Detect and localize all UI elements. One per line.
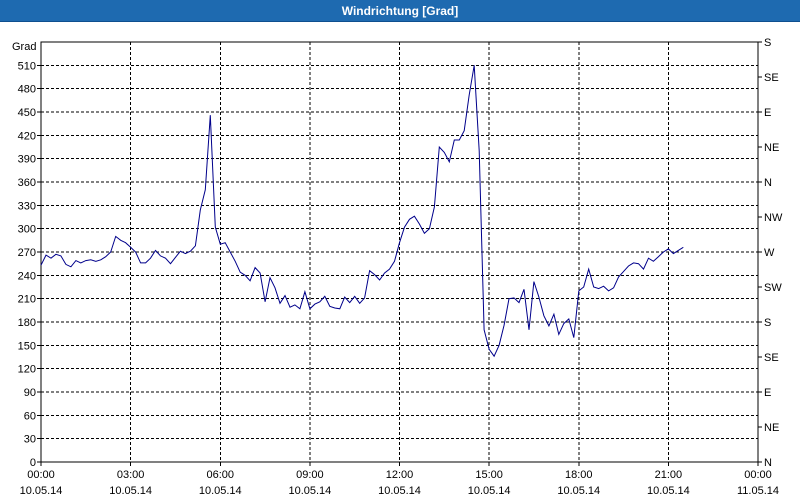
y-tick-label: 240 <box>18 270 36 282</box>
y-tick-label: 390 <box>18 154 36 166</box>
y2-tick-label: SW <box>764 282 782 294</box>
y2-tick-label: S <box>764 37 771 49</box>
y-tick-label: 510 <box>18 60 36 72</box>
x-tick-time-label: 03:00 <box>117 469 145 481</box>
y-tick-label: 330 <box>18 200 36 212</box>
y2-tick-label: S <box>764 317 771 329</box>
x-tick-date-label: 10.05.14 <box>557 485 600 497</box>
y2-tick-label: NE <box>764 422 779 434</box>
x-tick-time-label: 06:00 <box>206 469 234 481</box>
y-tick-label: 0 <box>30 457 36 469</box>
y2-tick-label: W <box>764 247 775 259</box>
y2-tick-label: E <box>764 107 771 119</box>
y2-tick-label: N <box>764 457 772 469</box>
x-tick-date-label: 10.05.14 <box>20 485 63 497</box>
x-tick-date-label: 10.05.14 <box>109 485 152 497</box>
x-tick-time-label: 12:00 <box>386 469 414 481</box>
y2-axis-ticks: N NE E SE S SW W NW N NE E SE S <box>758 37 783 469</box>
y-tick-label: 90 <box>24 387 36 399</box>
y-tick-label: 420 <box>18 130 36 142</box>
x-tick-time-label: 09:00 <box>296 469 324 481</box>
x-tick-time-label: 21:00 <box>655 469 683 481</box>
y-tick-label: 210 <box>18 294 36 306</box>
y-tick-label: 180 <box>18 317 36 329</box>
y2-tick-label: SE <box>764 352 779 364</box>
y-tick-label: 450 <box>18 107 36 119</box>
y-tick-label: 300 <box>18 224 36 236</box>
y-axis-ticks: 0 30 60 90 120 150 180 210 240 270 300 330 360 390 420… <box>18 60 41 469</box>
x-tick-date-label: 10.05.14 <box>647 485 690 497</box>
wind-direction-chart: 0 30 60 90 120 150 180 210 240 270 300 330 360 390 420… <box>12 37 783 497</box>
y-tick-label: 270 <box>18 247 36 259</box>
y-tick-label: 360 <box>18 177 36 189</box>
x-tick-time-label: 18:00 <box>565 469 593 481</box>
y-tick-label: 120 <box>18 364 36 376</box>
y-axis-title: Grad <box>12 41 36 53</box>
x-tick-time-label: 00:00 <box>27 469 55 481</box>
x-tick-date-label: 10.05.14 <box>288 485 331 497</box>
y-tick-label: 60 <box>24 410 36 422</box>
y-tick-label: 150 <box>18 340 36 352</box>
x-tick-date-label: 11.05.14 <box>737 485 779 497</box>
y2-tick-label: NW <box>764 212 783 224</box>
y-tick-label: 480 <box>18 84 36 96</box>
y2-tick-label: NE <box>764 142 779 154</box>
x-tick-date-label: 10.05.14 <box>468 485 511 497</box>
y-tick-label: 30 <box>24 434 36 446</box>
y2-tick-label: N <box>764 177 772 189</box>
y2-tick-label: E <box>764 387 771 399</box>
x-tick-time-label: 15:00 <box>475 469 503 481</box>
x-tick-date-label: 10.05.14 <box>199 485 242 497</box>
x-tick-date-label: 10.05.14 <box>378 485 421 497</box>
x-tick-time-label: 00:00 <box>744 469 772 481</box>
x-axis-ticks: 00:00 10.05.14 03:00 10.05.14 06:00 10.05.14 0… <box>20 462 779 497</box>
y2-tick-label: SE <box>764 72 779 84</box>
